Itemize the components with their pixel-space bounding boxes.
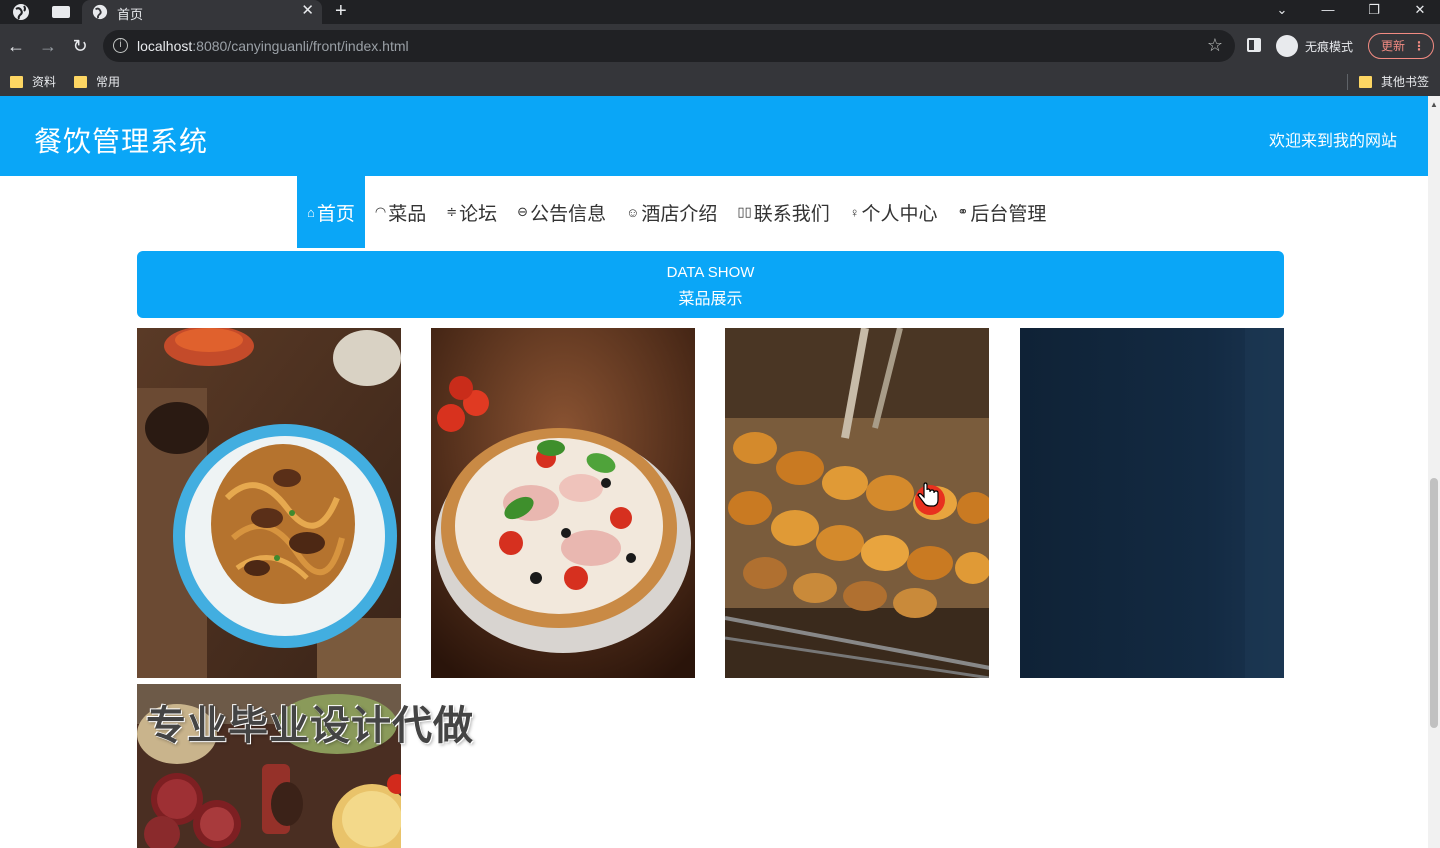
back-icon[interactable]: ← — [5, 35, 27, 57]
site-title: 餐饮管理系统 — [34, 126, 209, 157]
tab-search-icon[interactable]: ⌄ — [1262, 0, 1302, 24]
overlay-watermark: 专业毕业设计代做 — [146, 704, 474, 748]
dish-card-dark[interactable] — [1020, 328, 1284, 678]
home-icon: ⌂ — [307, 204, 315, 220]
site-info-icon[interactable]: i — [113, 38, 128, 53]
dashboard-icon: ◠ — [374, 204, 387, 219]
banner-title-cn: 菜品展示 — [678, 291, 743, 308]
nav-item-4[interactable]: ☺ 酒店介绍 — [616, 176, 727, 248]
nav-label: 酒店介绍 — [641, 203, 718, 225]
data-show-banner: DATA SHOW 菜品展示 — [137, 251, 1284, 318]
user-icon: ♀ — [849, 204, 860, 220]
pizza-image — [431, 328, 695, 678]
globe-icon[interactable] — [12, 3, 30, 21]
update-label: 更新 — [1381, 39, 1406, 53]
incognito-label[interactable]: 无痕模式 — [1305, 38, 1353, 55]
nav-label: 个人中心 — [861, 203, 938, 225]
folder-icon — [10, 76, 23, 88]
scroll-thumb[interactable] — [1430, 478, 1438, 728]
nav-label: 首页 — [316, 203, 355, 225]
update-button[interactable]: 更新 ⋮ — [1368, 33, 1434, 59]
banner-title-en: DATA SHOW — [666, 264, 755, 281]
browser-tab[interactable]: 首页 ✕ — [82, 0, 322, 24]
grilled-skewers-image — [725, 328, 989, 678]
noodle-dish-image — [137, 328, 401, 678]
url-text[interactable]: localhost:8080/canyinguanli/front/index.… — [137, 38, 409, 54]
new-tab-icon[interactable]: + — [335, 0, 347, 22]
close-window-icon[interactable]: ✕ — [1400, 0, 1440, 24]
link-icon: ⚭ — [957, 204, 969, 219]
site-header: 餐饮管理系统 欢迎来到我的网站 — [0, 96, 1428, 176]
nav-item-1[interactable]: ◠ 菜品 — [365, 176, 436, 248]
incognito-icon[interactable] — [1276, 35, 1298, 57]
restore-icon[interactable]: ❐ — [1354, 0, 1394, 24]
nav-label: 论坛 — [459, 203, 498, 225]
tab-close-icon[interactable]: ✕ — [301, 2, 314, 20]
nav-item-5[interactable]: ▯▯ 联系我们 — [727, 176, 839, 248]
minimize-icon[interactable]: — — [1308, 0, 1348, 24]
bookmark-folder-changyong[interactable]: 常用 — [74, 73, 120, 91]
bookmark-folder-ziliao[interactable]: 资料 — [10, 73, 56, 91]
hand-cursor-icon — [917, 482, 939, 507]
side-panel-icon[interactable] — [1247, 38, 1261, 52]
nav-label: 联系我们 — [753, 203, 830, 225]
page-scrollbar[interactable]: ▲ — [1428, 96, 1440, 848]
scroll-up-icon[interactable]: ▲ — [1430, 100, 1438, 109]
folder-icon — [74, 76, 87, 88]
main-nav: ⌂ 首页 ◠ 菜品 ≑ 论坛 ⊖ 公告信息 ☺ 酒店介绍 ▯▯ 联系我们 ♀ 个人中心 ⚭ 后台管理 — [297, 176, 1056, 248]
nav-label: 后台管理 — [970, 203, 1047, 225]
dish-card-pizza[interactable] — [431, 328, 695, 678]
dish-card-skewers[interactable] — [725, 328, 989, 678]
window-icon[interactable] — [52, 6, 70, 18]
nav-item-7[interactable]: ⚭ 后台管理 — [947, 176, 1056, 248]
contacts-icon: ▯▯ — [737, 204, 752, 219]
bookmark-separator — [1347, 74, 1348, 90]
browser-toolbar: ← → ↻ i localhost:8080/canyinguanli/fron… — [0, 24, 1440, 68]
bookmarks-bar: 资料 常用 其他书签 — [0, 68, 1440, 96]
dish-card-noodles[interactable] — [137, 328, 401, 678]
other-bookmarks[interactable]: 其他书签 — [1359, 73, 1429, 91]
folder-icon — [1359, 76, 1372, 88]
nav-item-2[interactable]: ≑ 论坛 — [436, 176, 507, 248]
welcome-text: 欢迎来到我的网站 — [1268, 133, 1397, 150]
nav-label: 菜品 — [388, 203, 427, 225]
reload-icon[interactable]: ↻ — [69, 35, 91, 57]
tab-title: 首页 — [117, 7, 144, 22]
nav-item-6[interactable]: ♀ 个人中心 — [840, 176, 948, 248]
nav-item-3[interactable]: ⊖ 公告信息 — [507, 176, 616, 248]
face-icon: ☺ — [626, 204, 640, 220]
bookmark-label: 其他书签 — [1381, 75, 1430, 89]
browser-tab-bar: 首页 ✕ + ⌄ — ❐ ✕ — [0, 0, 1440, 24]
sliders-icon: ≑ — [446, 204, 458, 219]
page-viewport: 餐饮管理系统 欢迎来到我的网站 ⌂ 首页 ◠ 菜品 ≑ 论坛 ⊖ 公告信息 ☺ 酒店介绍 ▯▯ 联系我… — [0, 96, 1428, 848]
nav-label: 公告信息 — [530, 203, 607, 225]
menu-dots-icon: ⋮ — [1413, 39, 1425, 53]
bookmark-label: 常用 — [96, 75, 121, 89]
nav-item-0[interactable]: ⌂ 首页 — [297, 176, 365, 248]
forward-icon[interactable]: → — [37, 35, 59, 57]
address-bar[interactable]: i localhost:8080/canyinguanli/front/inde… — [103, 30, 1235, 62]
dark-dish-image — [1020, 328, 1284, 678]
tab-favicon-icon — [92, 4, 108, 20]
bookmark-star-icon[interactable]: ☆ — [1207, 35, 1223, 56]
notice-icon: ⊖ — [517, 204, 529, 219]
bookmark-label: 资料 — [32, 75, 57, 89]
